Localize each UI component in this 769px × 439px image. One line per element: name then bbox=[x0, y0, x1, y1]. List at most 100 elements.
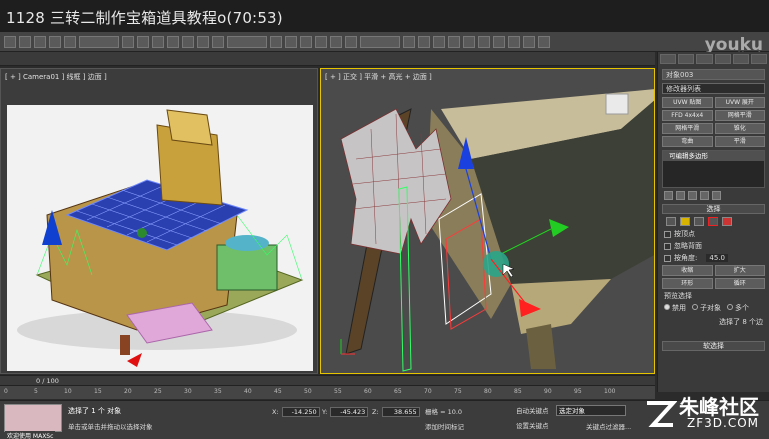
set-key-button[interactable]: 设置关键点 bbox=[516, 420, 549, 430]
selection-rollout[interactable]: 选择 bbox=[662, 204, 765, 214]
pin-stack-icon[interactable] bbox=[664, 191, 673, 200]
ignore-backfacing-checkbox[interactable]: 忽略背面 bbox=[664, 241, 763, 251]
radio-subobject[interactable]: 子对象 bbox=[692, 303, 721, 313]
modifier-list-dropdown[interactable]: 修改器列表 bbox=[662, 83, 765, 94]
frame-counter: 0 / 100 bbox=[36, 377, 59, 385]
manipulate-icon[interactable] bbox=[285, 35, 297, 48]
rendered-scene bbox=[7, 105, 313, 371]
viewport-label[interactable]: [ + ] Camera01 ] 线框 ] 边面 ] bbox=[5, 72, 107, 82]
angle-snap-icon[interactable] bbox=[315, 35, 327, 48]
soft-selection-rollout[interactable]: 软选择 bbox=[662, 341, 765, 351]
object-name-field[interactable]: 对象003 bbox=[662, 69, 765, 80]
curve-editor-icon[interactable] bbox=[463, 35, 475, 48]
x-coordinate-field[interactable]: -14.250 bbox=[281, 406, 320, 417]
pivot-icon[interactable] bbox=[270, 35, 282, 48]
smooth-button[interactable]: 平滑 bbox=[714, 136, 765, 147]
unlink-icon[interactable] bbox=[49, 35, 61, 48]
mirror-icon[interactable] bbox=[403, 35, 415, 48]
rotate-icon[interactable] bbox=[197, 35, 209, 48]
remove-modifier-icon[interactable] bbox=[700, 191, 709, 200]
orthographic-viewport[interactable]: [ + ] 正交 ] 平滑 + 高光 + 边面 ] bbox=[320, 68, 655, 374]
graphite-icon[interactable] bbox=[448, 35, 460, 48]
material-editor-icon[interactable] bbox=[493, 35, 505, 48]
loop-button[interactable]: 循环 bbox=[714, 278, 765, 289]
y-coordinate-field[interactable]: -45.423 bbox=[330, 406, 369, 417]
selection-filter-dropdown[interactable] bbox=[79, 35, 119, 48]
layer-icon[interactable] bbox=[433, 35, 445, 48]
track-bar[interactable]: 0 5 10 15 20 25 30 35 40 45 50 55 60 65 … bbox=[0, 385, 655, 399]
element-mode-icon[interactable] bbox=[722, 217, 732, 226]
preview-selection-label: 预览选择 bbox=[664, 292, 692, 300]
undo-icon[interactable] bbox=[4, 35, 16, 48]
radio-disabled[interactable]: 禁用 bbox=[664, 303, 686, 313]
uvw-map-button[interactable]: UVW 贴图 bbox=[662, 97, 713, 108]
render-frame-icon[interactable] bbox=[523, 35, 535, 48]
vertex-mode-icon[interactable] bbox=[666, 217, 676, 226]
configure-sets-icon[interactable] bbox=[712, 191, 721, 200]
spinner-snap-icon[interactable] bbox=[345, 35, 357, 48]
tick-label: 30 bbox=[184, 388, 192, 395]
z-coordinate-field[interactable]: 38.655 bbox=[381, 406, 420, 417]
hierarchy-tab-icon[interactable] bbox=[696, 54, 713, 64]
named-selection-dropdown[interactable] bbox=[360, 35, 400, 48]
ribbon-bar bbox=[0, 52, 655, 66]
render-setup-icon[interactable] bbox=[508, 35, 520, 48]
tick-label: 45 bbox=[274, 388, 282, 395]
reference-coordinate-dropdown[interactable] bbox=[227, 35, 267, 48]
camera-viewport[interactable]: [ + ] Camera01 ] 线框 ] 边面 ] bbox=[0, 68, 318, 374]
rect-region-icon[interactable] bbox=[152, 35, 164, 48]
utilities-tab-icon[interactable] bbox=[750, 54, 768, 64]
taper-button[interactable]: 锥化 bbox=[714, 123, 765, 134]
ffd-button[interactable]: FFD 4x4x4 bbox=[662, 110, 713, 121]
select-icon[interactable] bbox=[122, 35, 134, 48]
tick-label: 75 bbox=[454, 388, 462, 395]
edge-mode-icon[interactable] bbox=[680, 217, 690, 226]
border-mode-icon[interactable] bbox=[694, 217, 704, 226]
polygon-mode-icon[interactable] bbox=[708, 217, 718, 226]
move-icon[interactable] bbox=[182, 35, 194, 48]
tick-label: 15 bbox=[94, 388, 102, 395]
auto-key-button[interactable]: 自动关键点 bbox=[516, 405, 549, 415]
by-angle-checkbox[interactable]: 按角度: 45.0 bbox=[664, 253, 763, 263]
make-unique-icon[interactable] bbox=[688, 191, 697, 200]
uvw-unwrap-button[interactable]: UVW 展开 bbox=[714, 97, 765, 108]
scale-icon[interactable] bbox=[212, 35, 224, 48]
snap-icon[interactable] bbox=[300, 35, 312, 48]
meshsmooth-button-2[interactable]: 网格平滑 bbox=[662, 123, 713, 134]
by-vertex-checkbox[interactable]: 按顶点 bbox=[664, 229, 763, 239]
grow-button[interactable]: 扩大 bbox=[714, 265, 765, 276]
motion-tab-icon[interactable] bbox=[714, 54, 731, 64]
redo-icon[interactable] bbox=[19, 35, 31, 48]
add-time-tag[interactable]: 添加时间标记 bbox=[425, 421, 464, 431]
key-filters-button[interactable]: 关键点过滤器... bbox=[586, 421, 631, 431]
maxscript-listener[interactable]: 欢迎使用 MAXSc bbox=[4, 404, 62, 439]
align-icon[interactable] bbox=[418, 35, 430, 48]
percent-snap-icon[interactable] bbox=[330, 35, 342, 48]
show-end-result-icon[interactable] bbox=[676, 191, 685, 200]
shrink-button[interactable]: 收缩 bbox=[662, 265, 713, 276]
window-crossing-icon[interactable] bbox=[167, 35, 179, 48]
selected-object-dropdown[interactable]: 选定对象 bbox=[556, 405, 626, 416]
select-by-name-icon[interactable] bbox=[137, 35, 149, 48]
render-icon[interactable] bbox=[538, 35, 550, 48]
link-icon[interactable] bbox=[34, 35, 46, 48]
angle-spinner[interactable]: 45.0 bbox=[706, 254, 728, 262]
modify-tab-icon[interactable] bbox=[678, 54, 695, 64]
display-tab-icon[interactable] bbox=[732, 54, 749, 64]
bind-icon[interactable] bbox=[64, 35, 76, 48]
command-panel-tabs bbox=[658, 52, 769, 66]
schematic-icon[interactable] bbox=[478, 35, 490, 48]
tick-label: 10 bbox=[64, 388, 72, 395]
site-logo: 朱峰社区 ZF3D.COM bbox=[643, 391, 763, 437]
stack-item-editable-poly[interactable]: 可编辑多边形 bbox=[663, 151, 764, 161]
bend-button[interactable]: 弯曲 bbox=[662, 136, 713, 147]
treasure-chest-model bbox=[340, 89, 654, 372]
meshsmooth-button[interactable]: 网格平滑 bbox=[714, 110, 765, 121]
radio-multi[interactable]: 多个 bbox=[727, 303, 749, 313]
video-title: 1128 三转二制作宝箱道具教程o(70:53) bbox=[6, 9, 283, 27]
time-slider[interactable]: 0 / 100 bbox=[0, 375, 655, 385]
selection-message: 选择了 1 个 对象 bbox=[68, 407, 122, 415]
create-tab-icon[interactable] bbox=[660, 54, 677, 64]
coord-x: X: -14.250 bbox=[272, 406, 320, 417]
ring-button[interactable]: 环形 bbox=[662, 278, 713, 289]
